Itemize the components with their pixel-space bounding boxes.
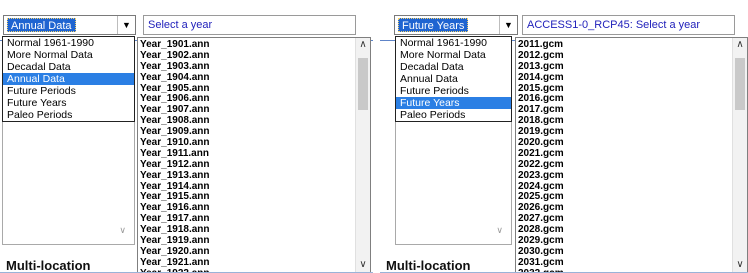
dropdown-option[interactable]: Future Years	[3, 97, 134, 109]
year-file-list[interactable]: Year_1901.ann Year_1902.ann Year_1903.ann Y…	[137, 37, 371, 273]
dropdown-option[interactable]: Decadal Data	[396, 61, 511, 73]
dropdown-option[interactable]: Normal 1961-1990	[396, 37, 511, 49]
right-panel: Future Years ACCESS1-0_RCP45: Select a y…	[380, 0, 748, 273]
combobox-value: Future Years	[398, 18, 469, 32]
data-type-combobox[interactable]: Annual Data	[3, 15, 136, 35]
dropdown-option[interactable]: Decadal Data	[3, 61, 134, 73]
left-panel: Annual Data Select a year A Normal 1961-…	[0, 0, 373, 273]
gcm-file-list[interactable]: 2011.gcm 2012.gcm 2013.gcm 2014.gcm 2015.gcm…	[515, 37, 748, 273]
panel-divider	[373, 0, 380, 273]
year-input[interactable]: ACCESS1-0_RCP45: Select a year	[522, 15, 735, 35]
chevron-down-icon[interactable]	[499, 16, 517, 34]
scrollbar-thumb[interactable]	[735, 58, 745, 110]
scrollbar[interactable]	[732, 38, 747, 272]
data-type-dropdown[interactable]: Normal 1961-1990 More Normal Data Decadal …	[2, 36, 135, 122]
scroll-down-icon[interactable]	[733, 258, 747, 272]
list-item[interactable]: 2023.gcm	[516, 170, 731, 182]
chevron-down-icon[interactable]	[117, 16, 135, 34]
year-input[interactable]: Select a year	[143, 15, 356, 35]
scrollbar[interactable]	[355, 38, 370, 272]
dropdown-option[interactable]: More Normal Data	[396, 49, 511, 61]
scroll-down-icon[interactable]	[356, 258, 370, 272]
dropdown-option[interactable]: Paleo Periods	[3, 109, 134, 121]
dropdown-option[interactable]: Annual Data	[396, 73, 511, 85]
list-item[interactable]: Year_1904.ann	[138, 72, 354, 84]
scrollbar-thumb[interactable]	[358, 58, 368, 110]
dropdown-option[interactable]: Future Periods	[396, 85, 511, 97]
list-item[interactable]: Year_1913.ann	[138, 170, 354, 182]
section-title: Multi-location	[386, 258, 471, 273]
chevron-down-icon: ∨	[119, 225, 126, 235]
chevron-down-icon: ∨	[496, 225, 503, 235]
dropdown-option[interactable]: Normal 1961-1990	[3, 37, 134, 49]
dropdown-option[interactable]: Future Periods	[3, 85, 134, 97]
combobox-value: Annual Data	[7, 18, 76, 32]
data-type-combobox[interactable]: Future Years	[394, 15, 518, 35]
dropdown-option[interactable]: Annual Data	[3, 73, 134, 85]
dropdown-option[interactable]: More Normal Data	[3, 49, 134, 61]
dropdown-option[interactable]: Future Years	[396, 97, 511, 109]
scroll-up-icon[interactable]	[733, 38, 747, 52]
dropdown-option[interactable]: Paleo Periods	[396, 109, 511, 121]
list-item[interactable]: 2014.gcm	[516, 72, 731, 84]
scroll-up-icon[interactable]	[356, 38, 370, 52]
section-title: Multi-location	[6, 258, 91, 273]
data-type-dropdown[interactable]: Normal 1961-1990 More Normal Data Decadal …	[395, 36, 512, 122]
